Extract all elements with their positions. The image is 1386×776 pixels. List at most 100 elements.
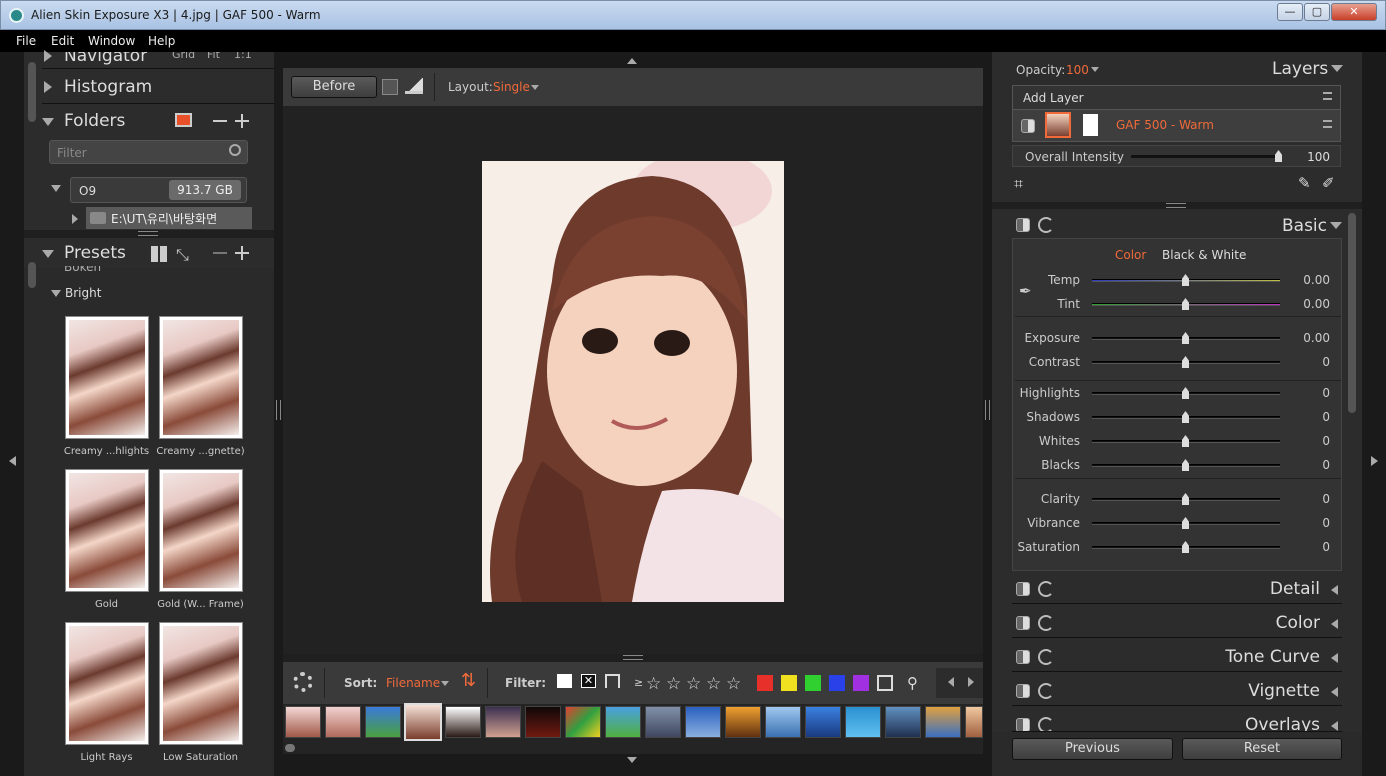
color-label-green[interactable]: [805, 675, 821, 691]
star-icon[interactable]: ☆: [646, 674, 661, 694]
collapse-right-icon[interactable]: [1371, 456, 1378, 466]
settings-gear-icon[interactable]: [293, 672, 313, 692]
color-label-yellow[interactable]: [781, 675, 797, 691]
slider-value[interactable]: 0: [1322, 434, 1330, 448]
slider-knob[interactable]: [1182, 356, 1189, 368]
flag-icon[interactable]: [557, 674, 572, 688]
film-thumb[interactable]: [325, 706, 361, 738]
menu-icon[interactable]: [1323, 92, 1332, 100]
sort-dropdown[interactable]: Filename: [386, 676, 440, 690]
basic-header[interactable]: Basic: [1282, 216, 1327, 236]
slider-knob[interactable]: [1182, 298, 1189, 310]
path-expand-icon[interactable]: [72, 214, 78, 224]
film-thumb[interactable]: [445, 706, 481, 738]
preset-thumb[interactable]: [159, 622, 243, 745]
preset-thumb[interactable]: [159, 316, 243, 439]
navigator-expand-icon[interactable]: [44, 50, 52, 62]
film-thumb[interactable]: [285, 706, 321, 738]
grid-view-icon[interactable]: [151, 246, 167, 262]
collapse-all-icon[interactable]: ⤡: [176, 245, 189, 265]
before-button[interactable]: Before: [291, 76, 377, 98]
color-label-none[interactable]: [877, 675, 893, 691]
blacks-slider[interactable]: Blacks 0: [1012, 456, 1342, 474]
folder-filter-input[interactable]: Filter: [49, 140, 248, 164]
film-thumb[interactable]: [485, 706, 521, 738]
slider-knob[interactable]: [1182, 435, 1189, 447]
section-reset-icon[interactable]: [1038, 717, 1054, 731]
star-icon[interactable]: ☆: [686, 674, 701, 694]
presets-scrollbar[interactable]: [28, 262, 36, 288]
film-thumb[interactable]: [845, 706, 881, 738]
bright-collapse-icon[interactable]: [51, 290, 61, 297]
opacity-dropdown[interactable]: 100: [1066, 63, 1089, 77]
section-reset-icon[interactable]: [1038, 615, 1054, 631]
close-button[interactable]: ✕: [1331, 3, 1377, 21]
paint-brush-icon[interactable]: ✐: [1322, 174, 1335, 192]
preset-thumb[interactable]: [65, 622, 149, 745]
layer-mask[interactable]: [1083, 114, 1098, 136]
adjustments-scrollbar[interactable]: [1348, 213, 1356, 413]
slider-value[interactable]: 0: [1322, 516, 1330, 530]
section-tone-curve[interactable]: Tone Curve: [1012, 642, 1342, 672]
sort-direction-icon[interactable]: ⇅: [461, 670, 476, 691]
slider-value[interactable]: 0: [1322, 355, 1330, 369]
section-reset-icon[interactable]: [1038, 683, 1054, 699]
basic-reset-icon[interactable]: [1038, 217, 1054, 233]
add-preset-icon[interactable]: [235, 246, 249, 260]
section-toggle-icon[interactable]: [1016, 650, 1030, 664]
shadows-slider[interactable]: Shadows 0: [1012, 408, 1342, 426]
film-thumb[interactable]: [605, 706, 641, 738]
film-thumb[interactable]: [525, 706, 561, 738]
film-thumb[interactable]: [365, 706, 401, 738]
film-thumb[interactable]: [645, 706, 681, 738]
film-thumb[interactable]: [805, 706, 841, 738]
filmstrip-scroll[interactable]: [283, 742, 983, 754]
expand-icon[interactable]: [1331, 653, 1338, 663]
remove-preset-icon[interactable]: [213, 252, 227, 254]
layout-dropdown[interactable]: Single: [493, 80, 530, 94]
compare-toggle[interactable]: [382, 79, 398, 95]
slider-value[interactable]: 0.00: [1303, 273, 1330, 287]
slider-value[interactable]: 0: [1322, 458, 1330, 472]
temp-slider[interactable]: Temp 0.00: [1012, 271, 1342, 289]
prev-arrow-icon[interactable]: [948, 677, 954, 687]
color-label-blue[interactable]: [829, 675, 845, 691]
add-layer-button[interactable]: Add Layer: [1023, 91, 1084, 105]
chevron-down-icon[interactable]: [441, 681, 449, 686]
slider-value[interactable]: 0.00: [1303, 331, 1330, 345]
reset-button[interactable]: Reset: [1182, 738, 1342, 760]
film-thumb-selected[interactable]: [404, 703, 442, 741]
slider-value[interactable]: 0: [1322, 540, 1330, 554]
unflagged-icon[interactable]: [605, 674, 620, 688]
basic-toggle-icon[interactable]: [1016, 218, 1030, 232]
left-scrollbar[interactable]: [28, 62, 36, 122]
right-split-handle[interactable]: [985, 400, 990, 420]
layer-name[interactable]: GAF 500 - Warm: [1116, 118, 1214, 132]
remove-folder-icon[interactable]: [213, 120, 227, 122]
expand-icon[interactable]: [1331, 619, 1338, 629]
intensity-knob[interactable]: [1275, 150, 1282, 162]
section-toggle-icon[interactable]: [1016, 616, 1030, 630]
search-icon[interactable]: ⚲: [907, 674, 918, 692]
section-toggle-icon[interactable]: [1016, 718, 1030, 731]
presets-collapse-icon[interactable]: [42, 250, 54, 258]
folder-path-row[interactable]: E:\UT\유리\바탕화면: [86, 207, 252, 229]
slider-knob[interactable]: [1182, 411, 1189, 423]
layer-row[interactable]: GAF 500 - Warm: [1013, 109, 1340, 141]
section-detail[interactable]: Detail: [1012, 574, 1342, 604]
slider-value[interactable]: 0.00: [1303, 297, 1330, 311]
reject-flag-icon[interactable]: ✕: [581, 674, 596, 688]
film-thumb[interactable]: [965, 706, 983, 738]
preset-thumb[interactable]: [65, 469, 149, 592]
film-thumb[interactable]: [685, 706, 721, 738]
section-vignette[interactable]: Vignette: [1012, 676, 1342, 706]
brush-icon[interactable]: ✎: [1298, 174, 1311, 192]
drive-collapse-icon[interactable]: [51, 185, 61, 192]
section-overlays[interactable]: Overlays: [1012, 710, 1342, 732]
highlight-icon[interactable]: [405, 78, 423, 94]
collapse-top-icon[interactable]: [627, 58, 637, 64]
add-folder-icon[interactable]: [175, 113, 192, 127]
filmstrip-splitter[interactable]: [283, 654, 983, 662]
maximize-button[interactable]: ▢: [1304, 3, 1330, 21]
section-reset-icon[interactable]: [1038, 649, 1054, 665]
